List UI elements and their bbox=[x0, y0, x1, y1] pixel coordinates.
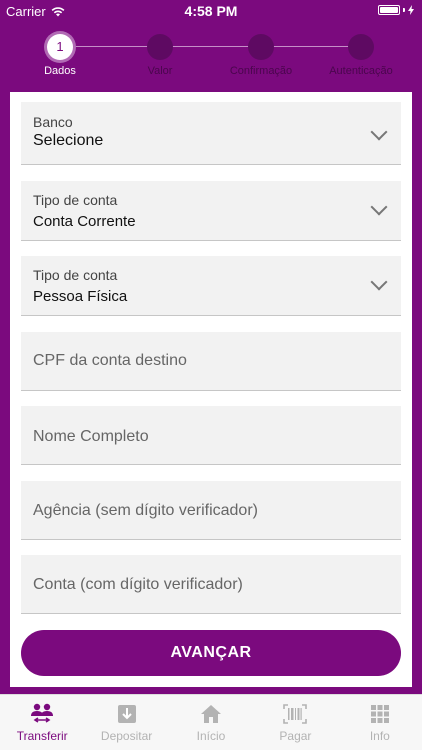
step-label: Valor bbox=[147, 65, 173, 77]
tab-label: Início bbox=[196, 729, 226, 743]
step-autenticacao: Autenticação bbox=[311, 34, 411, 77]
step-confirmacao: Confirmação bbox=[211, 34, 311, 77]
clock: 4:58 PM bbox=[184, 3, 238, 19]
nome-input[interactable]: Nome Completo bbox=[21, 406, 401, 465]
tab-label: Info bbox=[369, 729, 390, 743]
chevron-down-icon bbox=[370, 123, 388, 141]
banco-label: Banco bbox=[33, 114, 73, 130]
banco-select[interactable]: Banco Selecione bbox=[21, 102, 401, 165]
tipo-conta-value: Conta Corrente bbox=[33, 213, 136, 230]
tab-label: Transferir bbox=[16, 729, 68, 743]
tab-info[interactable]: Info bbox=[338, 695, 422, 750]
avancar-button[interactable]: AVANÇAR bbox=[21, 630, 401, 676]
barcode-icon bbox=[283, 704, 308, 724]
tipo-pessoa-label: Tipo de conta bbox=[33, 267, 118, 283]
step-label: Autenticação bbox=[329, 65, 393, 77]
charging-bolt-icon bbox=[408, 5, 414, 15]
step-circle: 1 bbox=[47, 34, 73, 60]
step-label: Confirmação bbox=[229, 65, 293, 77]
battery-icon bbox=[378, 5, 414, 15]
tipo-pessoa-select[interactable]: Tipo de conta Pessoa Física bbox=[21, 256, 401, 316]
chevron-down-icon bbox=[370, 273, 388, 291]
step-circle bbox=[348, 34, 374, 60]
tipo-conta-select[interactable]: Tipo de conta Conta Corrente bbox=[21, 181, 401, 241]
progress-stepper: 1 Dados Valor Confirmação Autenticação bbox=[0, 22, 422, 90]
step-valor: Valor bbox=[110, 34, 210, 77]
tab-transferir[interactable]: Transferir bbox=[0, 695, 84, 750]
step-label: Dados bbox=[44, 65, 76, 77]
agencia-input[interactable]: Agência (sem dígito verificador) bbox=[21, 481, 401, 540]
tab-depositar[interactable]: Depositar bbox=[84, 695, 168, 750]
step-circle bbox=[147, 34, 173, 60]
conta-placeholder: Conta (com dígito verificador) bbox=[33, 576, 243, 593]
tab-inicio[interactable]: Início bbox=[169, 695, 253, 750]
home-icon bbox=[201, 705, 222, 723]
transfer-icon bbox=[31, 703, 54, 723]
tab-pagar[interactable]: Pagar bbox=[253, 695, 337, 750]
transfer-form-card: Banco Selecione Tipo de conta Conta Corr… bbox=[10, 92, 412, 687]
cpf-placeholder: CPF da conta destino bbox=[33, 352, 187, 369]
tab-bar: Transferir Depositar Início Pagar Info bbox=[0, 694, 422, 750]
banco-value: Selecione bbox=[33, 132, 104, 149]
tipo-pessoa-value: Pessoa Física bbox=[33, 288, 128, 305]
status-bar: Carrier 4:58 PM bbox=[0, 0, 422, 22]
tab-label: Pagar bbox=[279, 729, 312, 743]
grid-icon bbox=[370, 705, 389, 723]
conta-input[interactable]: Conta (com dígito verificador) bbox=[21, 555, 401, 614]
agencia-placeholder: Agência (sem dígito verificador) bbox=[33, 502, 258, 519]
cpf-input[interactable]: CPF da conta destino bbox=[21, 332, 401, 391]
tipo-conta-label: Tipo de conta bbox=[33, 192, 118, 208]
tab-label: Depositar bbox=[100, 729, 153, 743]
deposit-icon bbox=[117, 705, 136, 723]
step-circle bbox=[248, 34, 274, 60]
chevron-down-icon bbox=[370, 198, 388, 216]
step-dados: 1 Dados bbox=[10, 34, 110, 77]
nome-placeholder: Nome Completo bbox=[33, 428, 149, 445]
